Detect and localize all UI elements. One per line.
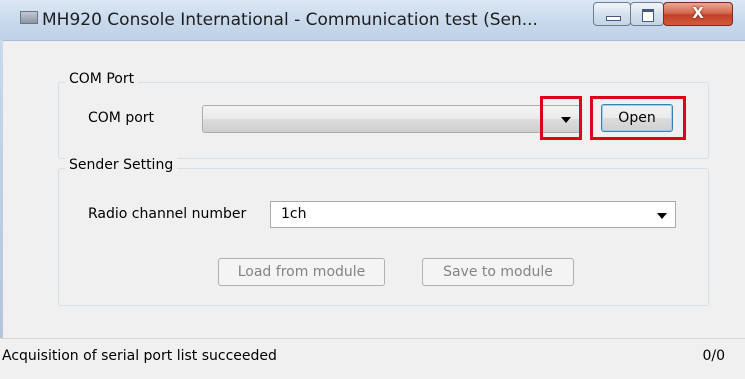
highlight-dropdown-box [540,96,582,140]
radio-channel-value: 1ch [281,206,307,222]
sender-setting-group-legend: Sender Setting [65,157,178,173]
title-bar[interactable]: MH920 Console International - Communicat… [0,0,745,41]
status-count: 0/0 [702,348,725,364]
maximize-icon [642,9,654,22]
app-icon[interactable] [20,11,38,24]
window-frame-edge [0,40,3,338]
close-icon: X [692,4,704,22]
com-port-group-legend: COM Port [65,71,139,87]
save-to-module-button[interactable]: Save to module [422,258,574,286]
minimize-icon [606,16,621,21]
status-message: Acquisition of serial port list succeede… [2,348,277,364]
close-button[interactable]: X [663,2,733,26]
dropdown-arrow-icon[interactable] [657,213,667,219]
radio-channel-select[interactable]: 1ch [270,201,676,228]
highlight-open-box [590,96,686,140]
maximize-button[interactable] [630,2,664,26]
radio-channel-label: Radio channel number [88,206,247,222]
main-window: MH920 Console International - Communicat… [0,0,745,379]
window-title: MH920 Console International - Communicat… [42,10,538,30]
com-port-select[interactable] [202,105,582,133]
com-port-label: COM port [88,110,155,126]
status-bar: Acquisition of serial port list succeede… [0,338,745,379]
minimize-button[interactable] [593,2,631,26]
load-from-module-button[interactable]: Load from module [218,258,385,286]
